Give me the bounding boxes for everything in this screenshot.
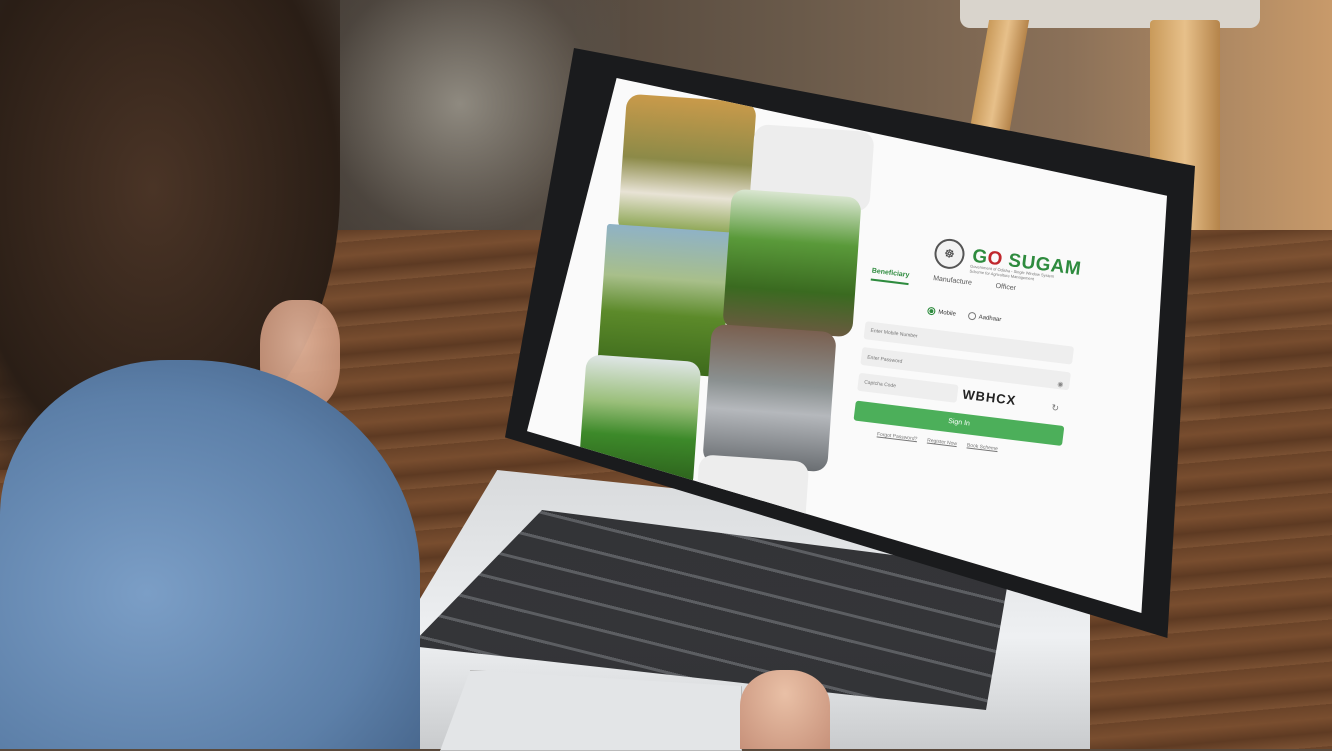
radio-mobile[interactable]: Mobile xyxy=(926,306,956,318)
radio-empty-icon xyxy=(967,311,977,321)
tab-beneficiary[interactable]: Beneficiary xyxy=(870,267,910,286)
login-panel: ☸ GO SUGAM Government of Odisha - Single… xyxy=(825,228,1100,555)
register-now-link[interactable]: Register Now xyxy=(927,438,958,448)
captcha-input[interactable] xyxy=(857,372,959,403)
eye-icon[interactable]: ◉ xyxy=(1056,376,1064,395)
typing-hand xyxy=(740,670,830,749)
book-scheme-link[interactable]: Book Scheme xyxy=(967,442,999,452)
tab-officer[interactable]: Officer xyxy=(994,283,1016,298)
captcha-code: WBHCX xyxy=(961,386,1018,409)
sign-in-button[interactable]: Sign In xyxy=(853,400,1065,446)
vegetable-greenhouse-image xyxy=(722,188,862,338)
fish-harvest-image xyxy=(702,323,837,473)
forgot-password-link[interactable]: Forgot Password? xyxy=(877,431,918,442)
login-type-radios: Mobile Aadhaar xyxy=(926,306,1002,324)
tab-manufacture[interactable]: Manufacture xyxy=(932,275,972,293)
emblem-icon: ☸ xyxy=(932,237,967,271)
radio-selected-icon xyxy=(926,306,936,316)
radio-aadhaar[interactable]: Aadhaar xyxy=(967,311,1002,324)
refresh-icon[interactable]: ↻ xyxy=(1051,402,1060,414)
